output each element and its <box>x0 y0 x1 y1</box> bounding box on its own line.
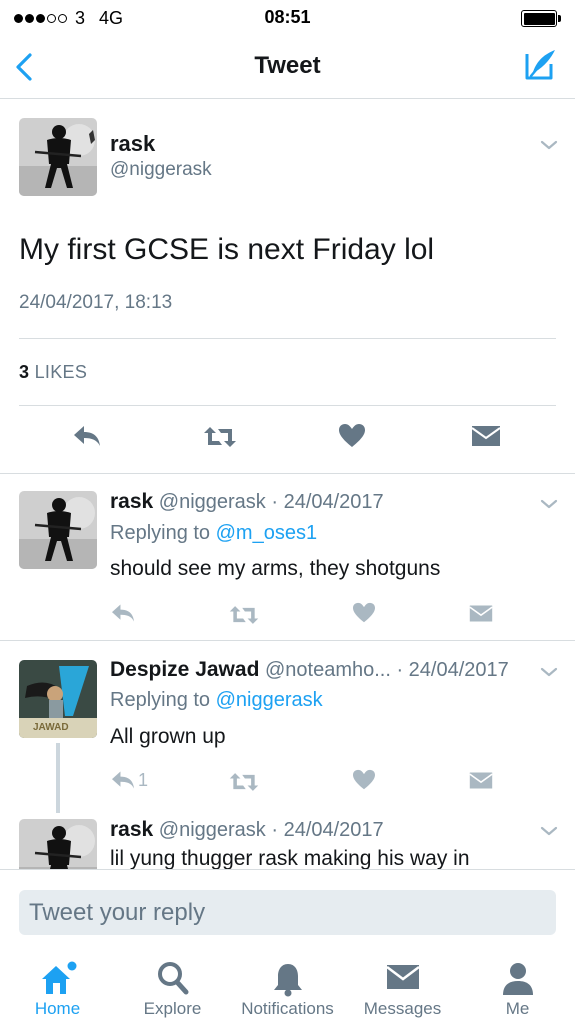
navigation-bar: Tweet <box>0 36 575 99</box>
likes-count[interactable]: 3 LIKES <box>19 362 87 383</box>
author-name[interactable]: rask <box>110 131 155 157</box>
avatar-label: JAWAD <box>33 722 69 733</box>
chevron-down-icon[interactable] <box>540 498 558 510</box>
reply-text: lil yung thugger rask making his way in <box>110 847 470 869</box>
likes-label: LIKES <box>34 362 88 382</box>
author-name[interactable]: rask <box>110 490 153 513</box>
avatar[interactable] <box>19 491 97 569</box>
status-bar: 3 4G 08:51 <box>0 0 575 36</box>
reply-tweet[interactable]: JAWAD Despize Jawad @noteamho... · 24/04… <box>0 641 575 811</box>
like-heart-icon[interactable] <box>338 423 366 449</box>
chevron-down-icon[interactable] <box>540 825 558 837</box>
replying-to: Replying to @m_oses1 <box>110 522 317 545</box>
reply-header: rask @niggerask · 24/04/2017 <box>110 490 384 514</box>
author-meta: @niggerask · 24/04/2017 <box>158 819 384 841</box>
avatar[interactable] <box>19 118 97 196</box>
status-time: 08:51 <box>264 7 311 27</box>
tab-label: Notifications <box>241 999 334 1018</box>
like-heart-icon[interactable] <box>352 602 376 624</box>
avatar[interactable] <box>19 819 97 869</box>
avatar[interactable]: JAWAD <box>19 660 97 738</box>
direct-message-icon[interactable] <box>469 771 493 790</box>
tab-explore[interactable]: Explore <box>115 949 230 1024</box>
divider <box>19 405 556 406</box>
retweet-icon[interactable] <box>228 604 260 626</box>
tweet-timestamp: 24/04/2017, 18:13 <box>19 292 173 313</box>
direct-message-icon[interactable] <box>471 425 501 447</box>
author-handle[interactable]: @niggerask <box>110 159 212 181</box>
battery-icon <box>521 10 561 27</box>
author-name[interactable]: rask <box>110 818 153 841</box>
likes-number: 3 <box>19 362 30 382</box>
tweet-text: My first GCSE is next Friday lol <box>19 233 435 266</box>
envelope-icon <box>385 965 420 989</box>
divider <box>19 338 556 339</box>
tab-notifications[interactable]: Notifications <box>230 949 345 1024</box>
tab-label: Me <box>505 999 530 1018</box>
reply-action[interactable]: 1 <box>110 769 148 791</box>
chevron-down-icon[interactable] <box>540 139 558 151</box>
bell-icon <box>273 964 302 997</box>
reply-icon[interactable] <box>110 602 136 624</box>
retweet-icon[interactable] <box>202 425 238 449</box>
reply-composer <box>0 869 575 949</box>
tab-me[interactable]: Me <box>460 949 575 1024</box>
main-tweet: rask @niggerask My first GCSE is next Fr… <box>0 99 575 474</box>
tab-label: Explore <box>143 999 202 1018</box>
author-meta: @niggerask · 24/04/2017 <box>158 491 384 513</box>
tab-label: Home <box>34 999 81 1018</box>
reply-header: Despize Jawad @noteamho... · 24/04/2017 <box>110 658 509 682</box>
tab-label: Messages <box>363 999 442 1018</box>
reply-text: should see my arms, they shotguns <box>110 557 441 580</box>
reply-tweet[interactable]: rask @niggerask · 24/04/2017 Replying to… <box>0 474 575 640</box>
tab-home[interactable]: Home <box>0 949 115 1024</box>
compose-tweet-icon[interactable] <box>523 46 557 82</box>
tab-bar: Home Explore Notifications Messages Me <box>0 949 575 1024</box>
replying-to-link[interactable]: @m_oses1 <box>216 522 317 544</box>
reply-tweet[interactable]: rask @niggerask · 24/04/2017 lil yung th… <box>0 812 575 869</box>
tweet-actions <box>0 419 575 455</box>
home-icon <box>41 961 76 994</box>
person-icon <box>502 963 533 995</box>
search-icon <box>157 962 188 995</box>
replying-to-prefix: Replying to <box>110 689 211 711</box>
author-meta: @noteamho... · 24/04/2017 <box>264 659 509 681</box>
author-name[interactable]: Despize Jawad <box>110 658 259 681</box>
reply-icon[interactable] <box>110 769 136 791</box>
tweet-reply-input[interactable] <box>19 890 556 935</box>
reply-icon[interactable] <box>72 423 102 449</box>
tab-messages[interactable]: Messages <box>345 949 460 1024</box>
chevron-down-icon[interactable] <box>540 666 558 678</box>
like-heart-icon[interactable] <box>352 769 376 791</box>
reply-header: rask @niggerask · 24/04/2017 <box>110 818 384 842</box>
retweet-icon[interactable] <box>228 771 260 793</box>
reply-count: 1 <box>138 769 149 790</box>
replying-to-link[interactable]: @niggerask <box>216 689 323 711</box>
page-title: Tweet <box>254 52 321 79</box>
thread-connector-line <box>56 743 60 813</box>
replying-to: Replying to @niggerask <box>110 689 323 712</box>
direct-message-icon[interactable] <box>469 604 493 623</box>
reply-text: All grown up <box>110 725 226 748</box>
replying-to-prefix: Replying to <box>110 522 211 544</box>
